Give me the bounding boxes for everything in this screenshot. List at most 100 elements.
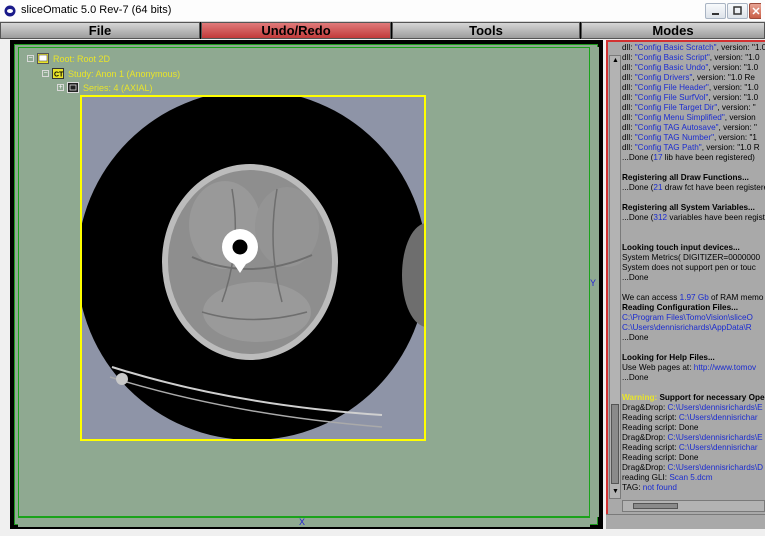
log-text: Registering all Draw Functions... <box>622 173 749 182</box>
log-value: C:\Users\dennisrichards\E <box>667 403 763 412</box>
log-line: Warning: Support for necessary Oper <box>622 393 765 403</box>
hscroll-thumb[interactable] <box>633 503 678 509</box>
log-text: System does not support pen or touc <box>622 263 756 272</box>
tree-root-label: Root: Root 2D <box>53 53 111 64</box>
log-text: ...Done <box>622 273 649 282</box>
log-vertical-scrollbar[interactable]: ▲ ▼ <box>609 55 621 499</box>
log-text: Registering all System Variables... <box>622 203 755 212</box>
maximize-button[interactable] <box>727 3 748 19</box>
log-text: dll: <box>622 63 635 72</box>
log-line: ...Done (17 lib have been registered) <box>622 153 765 163</box>
log-text: ...Done <box>622 333 649 342</box>
tree-study[interactable]: − CT Study: Anon 1 (Anonymous) <box>42 68 180 79</box>
log-text: Drag&Drop: <box>622 463 668 472</box>
log-line: ...Done <box>622 333 765 343</box>
log-text: , version: "1.0 <box>708 83 759 92</box>
tree-root[interactable]: − Root: Root 2D <box>27 53 110 64</box>
log-value: "Config File Header" <box>634 83 709 92</box>
log-text: dll: <box>622 73 635 82</box>
log-line: Reading script: Done <box>622 453 765 463</box>
expand-icon[interactable]: − <box>42 70 49 77</box>
log-text: draw fct have been registere <box>662 183 765 192</box>
tree-series[interactable]: + Series: 4 (AXIAL) <box>57 82 153 93</box>
axis-y-label: Y <box>590 278 597 288</box>
log-text: Looking for Help Files... <box>622 353 715 362</box>
window-title: sliceOmatic 5.0 Rev-7 (64 bits) <box>21 4 172 16</box>
log-text: variables have been regist <box>667 213 765 222</box>
log-line: Registering all System Variables... <box>622 203 765 213</box>
log-value: Scan 5.dcm <box>669 473 713 482</box>
log-line: Reading script: C:\Users\dennisrichar <box>622 413 765 423</box>
scroll-down-icon[interactable]: ▼ <box>611 488 620 497</box>
tree-series-label: Series: 4 (AXIAL) <box>83 82 153 93</box>
ct-slice-image <box>82 97 424 439</box>
minimize-icon <box>712 13 719 15</box>
close-icon <box>752 7 760 15</box>
log-warning-label: Warning: <box>622 393 658 402</box>
log-line: C:\Program Files\TomoVision\sliceO <box>622 313 765 323</box>
log-text: , version: "1.0 R <box>701 143 760 152</box>
expand-icon[interactable]: + <box>57 84 64 91</box>
minimize-button[interactable] <box>705 3 726 19</box>
log-line: We can access 1.97 Gb of RAM memo <box>622 293 765 303</box>
log-text: Reading script: Done <box>622 453 699 462</box>
close-button[interactable] <box>749 3 761 19</box>
log-text: , version: "1.0 <box>708 93 759 102</box>
log-text: We can access <box>622 293 680 302</box>
log-value: C:\Users\dennisrichards\D <box>667 463 764 472</box>
menu-bar: File Undo/Redo Tools Modes <box>0 22 765 39</box>
ct-image-frame[interactable] <box>80 95 426 441</box>
log-line: TAG: not found <box>622 483 765 493</box>
log-text: Reading script: <box>622 413 679 422</box>
menu-modes[interactable]: Modes <box>581 22 765 39</box>
expand-icon[interactable]: − <box>27 55 34 62</box>
log-text-area[interactable]: dll: "Config Basic Scratch", version: "1… <box>622 43 765 499</box>
menu-undo-redo[interactable]: Undo/Redo <box>201 22 391 39</box>
log-value: "Config File Target Dir" <box>634 103 718 112</box>
log-value: C:\Users\dennisrichards\AppData\R <box>622 323 752 332</box>
log-horizontal-scrollbar[interactable] <box>622 500 765 512</box>
scroll-up-icon[interactable]: ▲ <box>611 57 620 66</box>
log-line: dll: "Config File SurfVol", version: "1.… <box>622 93 765 103</box>
log-value: C:\Users\dennisrichar <box>678 413 758 422</box>
log-text: , version: "1 <box>713 133 757 142</box>
log-text: Looking touch input devices... <box>622 243 740 252</box>
log-text: , version: "1.0 <box>709 53 760 62</box>
log-line: reading GLI: Scan 5.dcm <box>622 473 765 483</box>
log-line: Reading script: Done <box>622 423 765 433</box>
log-line: dll: "Config Basic Script", version: "1.… <box>622 53 765 63</box>
series-icon <box>67 82 79 93</box>
log-text: System Metrics( DIGITIZER=0000000 <box>622 253 761 262</box>
tree-study-label: Study: Anon 1 (Anonymous) <box>68 68 181 79</box>
log-line: dll: "Config TAG Path", version: "1.0 R <box>622 143 765 153</box>
log-text: , version <box>724 113 756 122</box>
log-text: , version: " <box>717 103 756 112</box>
log-line: Looking for Help Files... <box>622 353 765 363</box>
menu-file[interactable]: File <box>0 22 200 39</box>
log-line: dll: "Config TAG Number", version: "1 <box>622 133 765 143</box>
scroll-thumb[interactable] <box>611 404 619 484</box>
log-text: Reading script: <box>622 443 679 452</box>
log-value: 1.97 Gb <box>679 293 709 302</box>
log-value: http://www.tomov <box>693 363 757 372</box>
log-value: C:\Users\dennisrichards\E <box>667 433 763 442</box>
log-text: dll: <box>622 113 635 122</box>
log-text: dll: <box>622 133 635 142</box>
log-text: dll: <box>622 123 635 132</box>
log-line: Drag&Drop: C:\Users\dennisrichards\E <box>622 403 765 413</box>
log-text: of RAM memo <box>708 293 764 302</box>
log-text: ...Done ( <box>622 183 654 192</box>
log-line: ...Done <box>622 373 765 383</box>
log-warning-text: Support for necessary Oper <box>657 393 765 402</box>
log-value: 312 <box>653 213 668 222</box>
log-value: "Config File SurfVol" <box>634 93 709 102</box>
menu-tools[interactable]: Tools <box>392 22 580 39</box>
log-text: dll: <box>622 43 635 52</box>
log-value: "Config Basic Script" <box>634 53 710 62</box>
log-text: reading GLI: <box>622 473 670 482</box>
log-value: "Config Menu Simplified" <box>634 113 725 122</box>
